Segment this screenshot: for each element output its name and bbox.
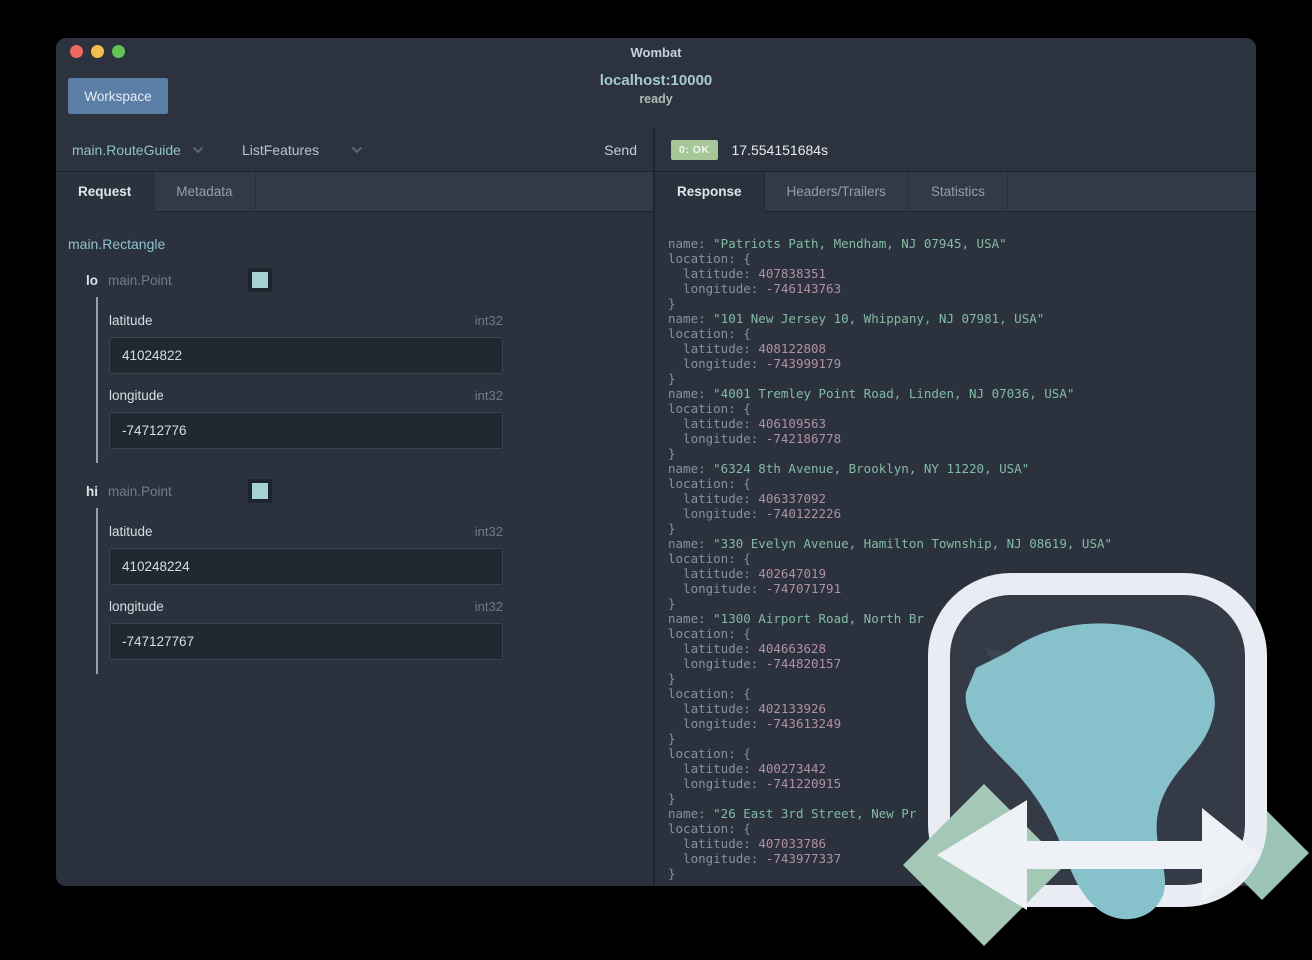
field-name-label: longitude (109, 599, 164, 614)
message-type-label: main.Rectangle (68, 236, 166, 252)
tab-strip-filler (255, 172, 653, 212)
chevron-down-icon (192, 146, 204, 153)
response-line: name: "330 Evelyn Avenue, Hamilton Towns… (668, 536, 1113, 551)
host-address: localhost:10000 (599, 72, 713, 89)
field-group-lo: lo main.Point latitude int32 41024822 lo… (68, 267, 653, 463)
service-select[interactable]: main.RouteGuide (72, 142, 204, 158)
longitude-input[interactable] (109, 623, 503, 660)
window-title: Wombat (630, 44, 682, 60)
response-line: } (668, 296, 676, 311)
tab-headers-trailers[interactable]: Headers/Trailers (764, 172, 909, 212)
tab-metadata[interactable]: Metadata (154, 172, 256, 212)
app-header: Workspace localhost:10000 ready (56, 66, 1256, 128)
enable-point-checkbox[interactable] (247, 479, 272, 503)
traffic-lights (70, 45, 125, 58)
tab-request[interactable]: Request (56, 172, 155, 212)
response-line: location: { (668, 326, 751, 341)
field-longitude: longitude int32 (109, 388, 503, 449)
field-type-label: int32 (474, 388, 503, 403)
field-type-label: int32 (474, 524, 503, 539)
response-line: name: "Patriots Path, Mendham, NJ 07945,… (668, 236, 1007, 251)
field-type-label: int32 (474, 599, 503, 614)
response-line: latitude: 408122808 (668, 341, 827, 356)
request-toolbar: main.RouteGuide ListFeatures Send (56, 128, 653, 172)
response-line: } (668, 446, 676, 461)
field-name-label: latitude (109, 313, 153, 328)
wombat-logo (903, 573, 1309, 946)
group-type: main.Point (108, 483, 172, 499)
minimize-window-button[interactable] (91, 45, 104, 58)
duration-label: 17.554151684s (731, 141, 829, 158)
latitude-input[interactable] (109, 548, 503, 585)
response-line: longitude: -742186778 (668, 431, 842, 446)
status-badge: 0: OK (671, 139, 718, 160)
host-block: localhost:10000 ready (56, 72, 1256, 106)
response-line: latitude: 406337092 (668, 491, 827, 506)
response-line: longitude: -743999179 (668, 356, 842, 371)
response-line: } (668, 521, 676, 536)
request-tabs: Request Metadata (56, 172, 653, 212)
response-line: } (668, 371, 676, 386)
response-line: longitude: -740122226 (668, 506, 842, 521)
field-group-hi: hi main.Point latitude int32 410248224 l… (68, 478, 653, 674)
field-longitude: longitude int32 (109, 599, 503, 660)
group-body: latitude int32 longitude int32 (96, 297, 653, 463)
request-form-panel: main.Rectangle lo main.Point latitude in… (56, 212, 653, 886)
tab-statistics[interactable]: Statistics (908, 172, 1008, 212)
response-line: name: "4001 Tremley Point Road, Linden, … (668, 386, 1075, 401)
titlebar: Wombat (56, 38, 1256, 66)
connection-status: ready (639, 92, 673, 106)
group-body: latitude int32 longitude int32 (96, 508, 653, 674)
field-name-label: longitude (109, 388, 164, 403)
tab-strip-filler (1007, 172, 1256, 212)
chevron-down-icon (351, 146, 363, 153)
response-line: location: { (668, 251, 751, 266)
response-line: latitude: 406109563 (668, 416, 827, 431)
latitude-input[interactable] (109, 337, 503, 374)
zoom-window-button[interactable] (112, 45, 125, 58)
response-tabs: Response Headers/Trailers Statistics (655, 172, 1256, 212)
response-line: name: "101 New Jersey 10, Whippany, NJ 0… (668, 311, 1045, 326)
longitude-input[interactable] (109, 412, 503, 449)
request-form: main.Rectangle lo main.Point latitude in… (56, 212, 653, 674)
method-select-value: ListFeatures (241, 141, 319, 158)
close-window-button[interactable] (70, 45, 83, 58)
response-line: name: "6324 8th Avenue, Brooklyn, NY 112… (668, 461, 1030, 476)
group-type: main.Point (108, 272, 172, 288)
response-line: location: { (668, 476, 751, 491)
group-name: hi (86, 483, 98, 499)
tab-response[interactable]: Response (655, 172, 765, 212)
field-name-label: latitude (109, 524, 153, 539)
service-select-value: main.RouteGuide (72, 141, 181, 158)
send-button[interactable]: Send (604, 142, 637, 158)
response-line: longitude: -746143763 (668, 281, 842, 296)
response-line: location: { (668, 401, 751, 416)
field-latitude: latitude int32 (109, 313, 503, 374)
request-panel: main.RouteGuide ListFeatures Send Reques… (56, 128, 655, 886)
method-select[interactable]: ListFeatures (242, 142, 363, 158)
response-toolbar: 0: OK 17.554151684s (655, 128, 1256, 172)
field-type-label: int32 (474, 313, 503, 328)
group-name: lo (86, 272, 98, 288)
field-latitude: latitude int32 (109, 524, 503, 585)
response-line: latitude: 407838351 (668, 266, 827, 281)
enable-point-checkbox[interactable] (247, 268, 272, 292)
